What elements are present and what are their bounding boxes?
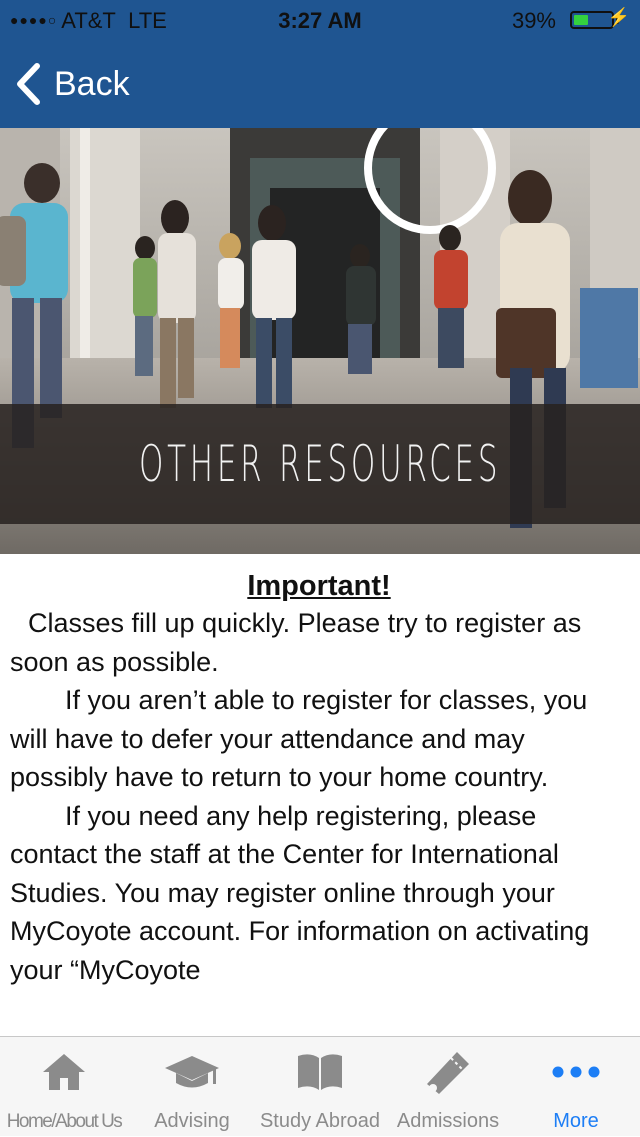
- navigation-header: ●●●●○ AT&T LTE 3:27 AM 39% ⚡ Back: [0, 0, 640, 128]
- more-icon: [512, 1047, 640, 1097]
- content-text: Important! Classes fill up quickly. Plea…: [0, 554, 640, 989]
- paragraph-register-quickly: Classes fill up quickly. Please try to r…: [10, 608, 582, 677]
- tab-label: Study Abroad: [259, 1110, 381, 1132]
- tab-label: Advising: [154, 1110, 230, 1132]
- back-button[interactable]: Back: [14, 58, 130, 110]
- hero-title-band: OTHER RESOURCES: [0, 404, 640, 524]
- hero-banner: OTHER RESOURCES: [0, 128, 640, 554]
- content-scroll-area[interactable]: Important! Classes fill up quickly. Plea…: [0, 554, 640, 1036]
- tab-admissions[interactable]: Admissions: [384, 1037, 512, 1137]
- status-bar: ●●●●○ AT&T LTE 3:27 AM 39% ⚡: [0, 0, 640, 40]
- book-icon: [256, 1047, 384, 1097]
- tab-more[interactable]: More: [512, 1037, 640, 1137]
- tab-advising[interactable]: Advising: [128, 1037, 256, 1137]
- ticket-icon: [384, 1047, 512, 1097]
- paragraph-defer-attendance: If you aren’t able to register for class…: [10, 685, 588, 792]
- charging-bolt-icon: ⚡: [607, 7, 630, 27]
- tab-label: More: [553, 1110, 599, 1132]
- tab-study-abroad[interactable]: Study Abroad: [256, 1037, 384, 1137]
- tab-home-about-us[interactable]: Home/About Us: [0, 1037, 128, 1137]
- tab-label: Home/About Us: [6, 1111, 123, 1132]
- graduation-cap-icon: [128, 1047, 256, 1097]
- chevron-left-icon: [17, 63, 40, 105]
- tab-bar: Home/About Us Advising Study Abroad Admi…: [0, 1036, 640, 1136]
- hero-title: OTHER RESOURCES: [138, 435, 502, 493]
- tab-label: Admissions: [396, 1110, 500, 1132]
- back-label: Back: [54, 64, 130, 103]
- home-icon: [0, 1047, 128, 1097]
- battery-fill: [574, 15, 588, 25]
- important-heading: Important!: [247, 570, 391, 602]
- paragraph-help-registering: If you need any help registering, please…: [10, 800, 590, 985]
- battery-percentage: 39%: [511, 8, 556, 33]
